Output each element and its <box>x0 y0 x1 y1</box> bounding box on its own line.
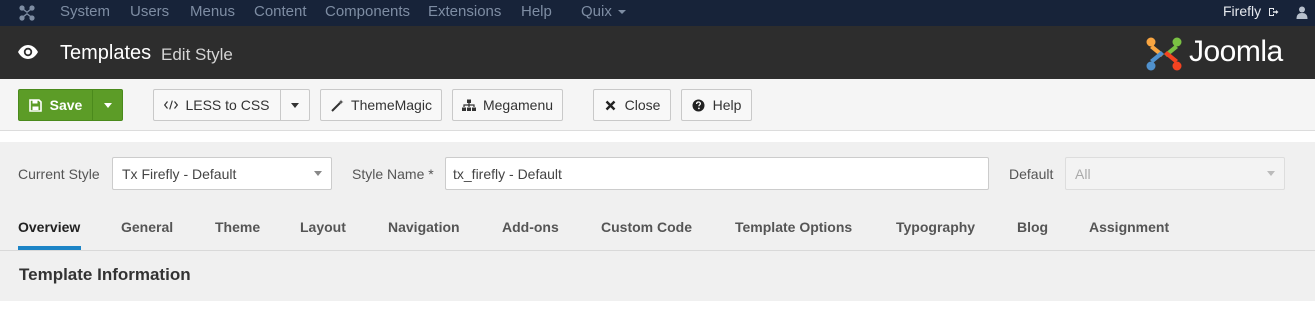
tab-custom-code[interactable]: Custom Code <box>601 219 692 235</box>
megamenu-button[interactable]: Megamenu <box>452 89 563 121</box>
style-name-label: Style Name * <box>352 166 434 182</box>
tab-add-ons[interactable]: Add-ons <box>502 219 559 235</box>
tab-theme[interactable]: Theme <box>215 219 260 235</box>
page-header: Templates Edit Style Joomla <box>0 26 1315 79</box>
tab-layout[interactable]: Layout <box>300 219 346 235</box>
megamenu-label: Megamenu <box>482 97 554 113</box>
active-tab-indicator <box>18 246 81 250</box>
template-information-section: Template Information <box>0 251 1315 301</box>
default-label: Default <box>1009 166 1054 182</box>
menu-users[interactable]: Users <box>130 3 169 20</box>
question-circle-icon <box>692 98 706 112</box>
current-style-value: Tx Firefly - Default <box>122 166 237 182</box>
tab-navigation[interactable]: Navigation <box>388 219 460 235</box>
tab-blog[interactable]: Blog <box>1017 219 1048 235</box>
menu-menus[interactable]: Menus <box>190 3 235 20</box>
magic-wand-icon <box>330 98 344 112</box>
page-subtitle: Edit Style <box>161 45 233 64</box>
menu-system[interactable]: System <box>60 3 110 20</box>
menu-components[interactable]: Components <box>325 3 410 20</box>
chevron-down-icon <box>103 102 112 108</box>
tab-overview[interactable]: Overview <box>18 219 80 235</box>
page-title: Templates <box>60 42 152 64</box>
user-name: Firefly <box>1223 3 1262 19</box>
user-menu[interactable]: Firefly <box>1223 3 1279 19</box>
top-navbar: System Users Menus Content Components Ex… <box>0 0 1315 26</box>
chevron-down-icon <box>617 10 626 15</box>
save-button[interactable]: Save <box>18 89 93 121</box>
current-style-label: Current Style <box>18 166 100 182</box>
style-name-input[interactable] <box>445 157 989 190</box>
eye-icon <box>18 45 38 59</box>
tab-typography[interactable]: Typography <box>896 219 975 235</box>
close-button[interactable]: Close <box>593 89 671 121</box>
close-label: Close <box>624 97 661 113</box>
less-dropdown-button[interactable] <box>280 89 310 121</box>
current-style-select[interactable]: Tx Firefly - Default <box>112 157 332 190</box>
theme-magic-label: ThemeMagic <box>351 97 432 113</box>
user-icon[interactable] <box>1296 6 1308 19</box>
menu-quix[interactable]: Quix <box>581 3 626 20</box>
save-icon <box>29 98 43 112</box>
menu-quix-label: Quix <box>581 3 612 20</box>
default-value: All <box>1075 166 1091 182</box>
menu-content[interactable]: Content <box>254 3 307 20</box>
menu-extensions[interactable]: Extensions <box>428 3 501 20</box>
save-label: Save <box>49 97 83 113</box>
help-label: Help <box>712 97 742 113</box>
joomla-menu-icon[interactable] <box>18 4 36 22</box>
theme-magic-button[interactable]: ThemeMagic <box>320 89 442 121</box>
menu-help[interactable]: Help <box>521 3 552 20</box>
help-button[interactable]: Help <box>681 89 752 121</box>
joomla-brand-text: Joomla <box>1189 35 1283 68</box>
default-select: All <box>1065 157 1285 190</box>
sitemap-icon <box>461 98 476 112</box>
tab-general[interactable]: General <box>121 219 173 235</box>
less-to-css-button[interactable]: LESS to CSS <box>153 89 281 121</box>
less-to-css-label: LESS to CSS <box>185 97 270 113</box>
close-icon <box>604 98 618 112</box>
tab-bar: Overview General Theme Layout Navigation… <box>0 204 1315 251</box>
save-dropdown-button[interactable] <box>92 89 123 121</box>
toolbar: Save LESS to CSS ThemeMagic Megamenu Clo… <box>0 79 1315 131</box>
chevron-down-icon <box>1267 171 1275 176</box>
chevron-down-icon <box>291 102 299 108</box>
tab-assignment[interactable]: Assignment <box>1089 219 1169 235</box>
logout-icon <box>1269 8 1279 16</box>
chevron-down-icon <box>314 171 322 176</box>
code-icon <box>164 98 179 112</box>
section-heading: Template Information <box>19 265 191 284</box>
tab-template-options[interactable]: Template Options <box>735 219 852 235</box>
style-bar: Current Style Tx Firefly - Default Style… <box>0 142 1315 204</box>
joomla-logo-icon <box>1146 37 1182 71</box>
